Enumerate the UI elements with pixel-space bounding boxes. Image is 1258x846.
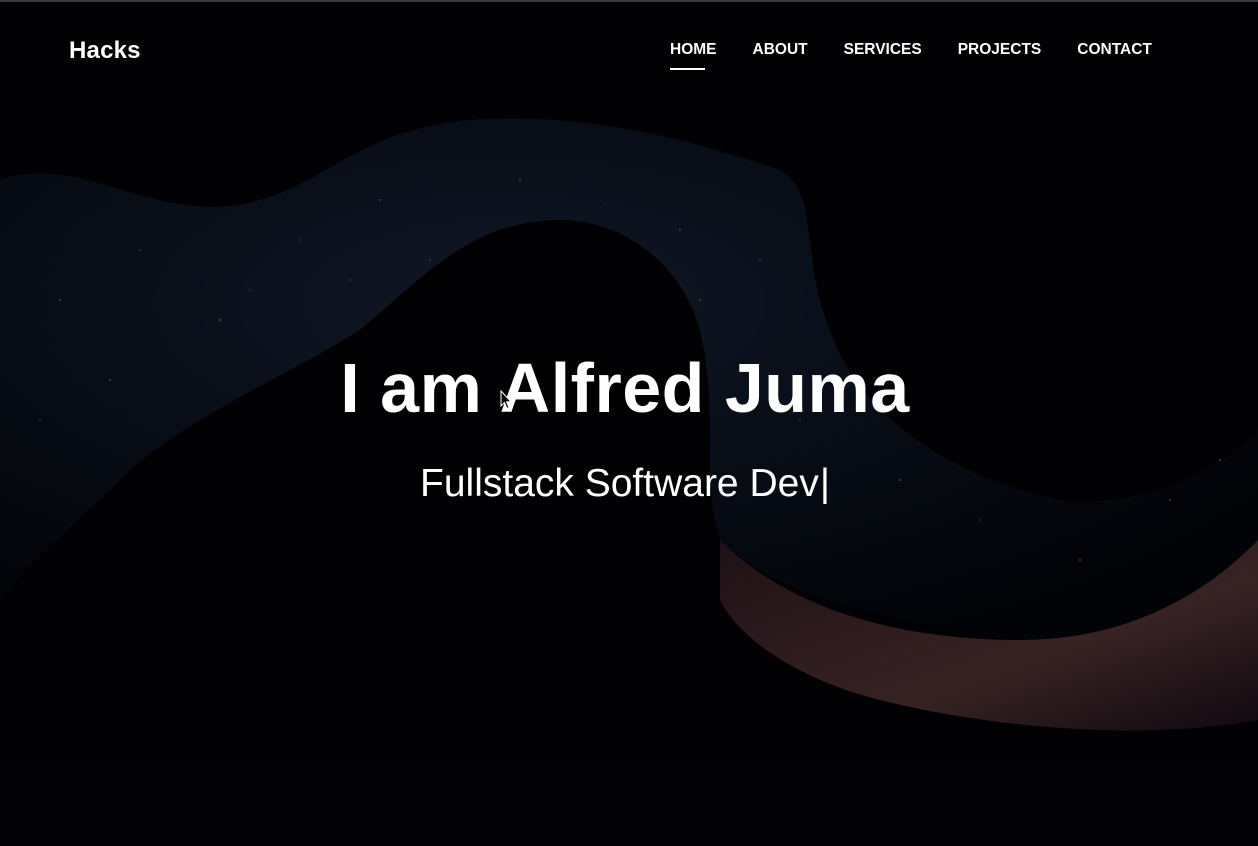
mouse-pointer-icon [500,390,512,410]
typing-cursor: | [819,462,830,505]
nav-link-home[interactable]: HOME [670,41,717,70]
hero-title: I am Alfred Juma [340,349,910,427]
typed-text: Fullstack Software Dev [420,462,819,505]
nav-link-projects[interactable]: PROJECTS [958,41,1042,59]
nav-link-about[interactable]: ABOUT [753,41,808,59]
nav-link-contact[interactable]: CONTACT [1077,41,1152,59]
top-navbar: Hacks HOME ABOUT SERVICES PROJECTS CONTA… [0,0,1258,100]
nav-link-services[interactable]: SERVICES [844,41,922,59]
brand-logo[interactable]: Hacks [69,37,141,65]
hero-subtitle: Fullstack Software Dev| [0,462,1250,506]
nav-links: HOME ABOUT SERVICES PROJECTS CONTACT [670,41,1152,70]
